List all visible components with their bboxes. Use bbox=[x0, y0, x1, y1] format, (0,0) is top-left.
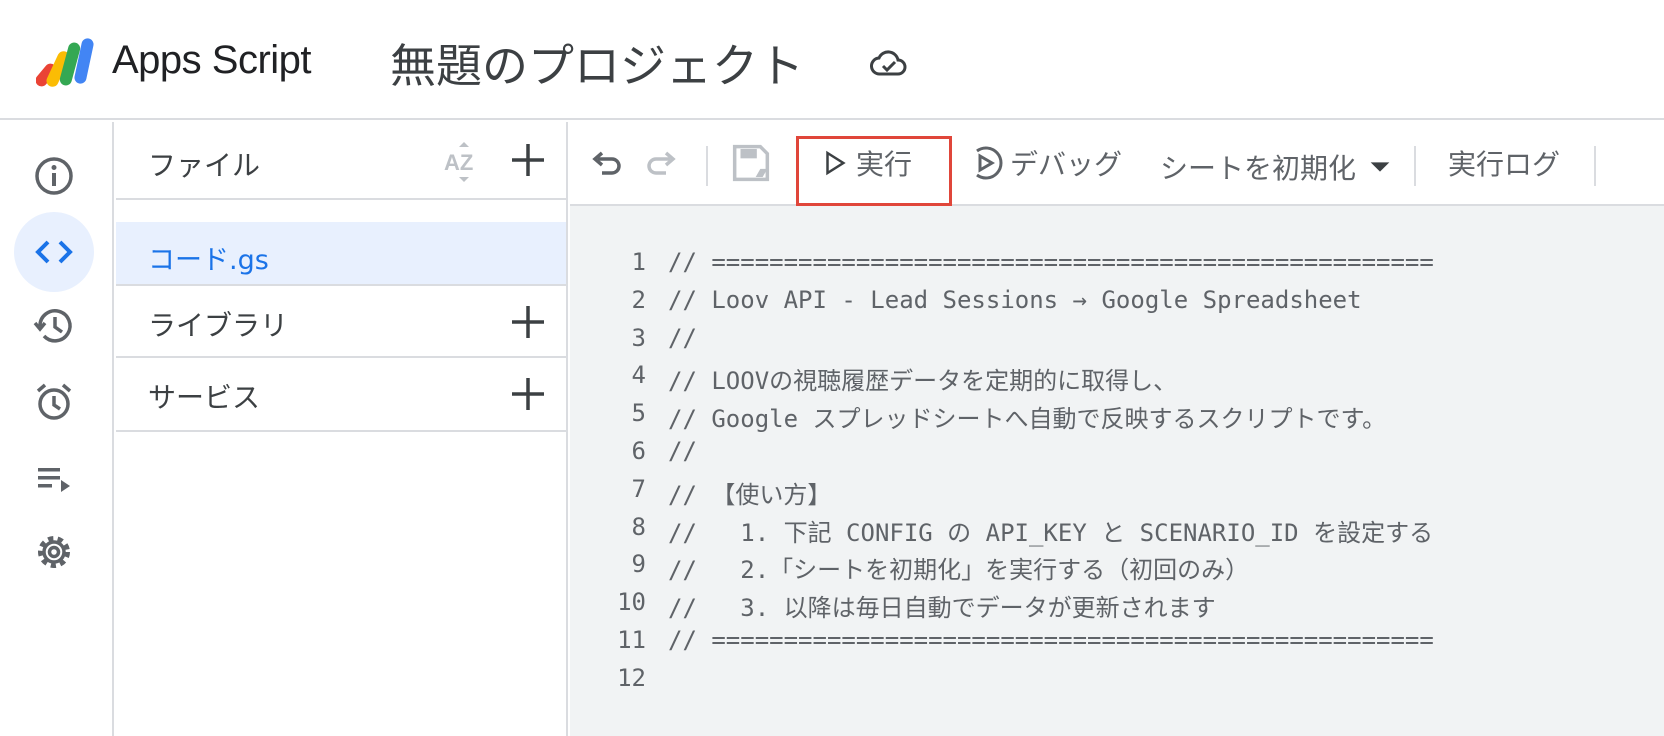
app-name[interactable]: Apps Script bbox=[112, 38, 312, 83]
run-label: 実行 bbox=[856, 148, 913, 181]
line-number: 10 bbox=[617, 588, 646, 617]
code-text: // Loov API - Lead Sessions → Google Spr… bbox=[668, 285, 1362, 314]
files-header: ファイル AZ bbox=[116, 122, 568, 200]
line-number: 6 bbox=[631, 437, 646, 465]
play-icon bbox=[826, 150, 846, 176]
toolbar-divider bbox=[1414, 146, 1416, 186]
file-item-code-gs[interactable]: コード.gs bbox=[116, 222, 566, 286]
svg-text:AZ: AZ bbox=[444, 150, 473, 175]
file-name: コード.gs bbox=[148, 245, 269, 276]
line-number: 1 bbox=[631, 248, 646, 276]
add-file-button[interactable] bbox=[508, 140, 548, 180]
sort-az-icon[interactable]: AZ bbox=[442, 140, 486, 184]
settings-nav-button[interactable] bbox=[14, 512, 94, 592]
left-nav-rail bbox=[0, 122, 114, 736]
line-number: 12 bbox=[617, 663, 646, 692]
redo-icon bbox=[647, 151, 676, 175]
undo-icon bbox=[592, 151, 621, 175]
files-label: ファイル bbox=[148, 149, 261, 182]
code-text: // bbox=[668, 437, 697, 465]
code-line[interactable]: 8 // 1. 下記 CONFIG の API_KEY と SCENARIO_ID… bbox=[570, 513, 1664, 553]
libraries-label: ライブラリ bbox=[148, 309, 289, 342]
services-section: サービス bbox=[116, 358, 568, 432]
code-line[interactable]: 7 // 【使い方】 bbox=[570, 475, 1664, 515]
code-line[interactable]: 5 // Google スプレッドシートへ自動で反映するスクリプトです。 bbox=[570, 399, 1664, 439]
code-text: // 2.「シートを初期化」を実行する（初回のみ） bbox=[668, 556, 1250, 585]
save-button[interactable] bbox=[730, 122, 772, 204]
execution-log-label: 実行ログ bbox=[1448, 148, 1561, 181]
history-icon bbox=[33, 309, 72, 343]
executions-nav-button[interactable] bbox=[14, 438, 94, 518]
triggers-nav-button[interactable] bbox=[14, 362, 94, 442]
toolbar-divider bbox=[706, 146, 708, 186]
line-number: 3 bbox=[631, 323, 646, 352]
editor-toolbar: 実行 デバッグ シートを初期化 実行ログ bbox=[570, 122, 1664, 206]
code-editor[interactable]: 1 // ====================================… bbox=[570, 206, 1664, 736]
code-line[interactable]: 9 // 2.「シートを初期化」を実行する（初回のみ） bbox=[570, 550, 1664, 590]
code-text: // 3. 以降は毎日自動でデータが更新されます bbox=[668, 594, 1216, 623]
cloud-done-icon bbox=[870, 50, 907, 76]
line-number: 7 bbox=[631, 474, 646, 503]
code-text: // 1. 下記 CONFIG の API_KEY と SCENARIO_ID … bbox=[668, 518, 1434, 547]
function-select[interactable]: シートを初期化 bbox=[1160, 126, 1394, 208]
versions-nav-button[interactable] bbox=[14, 286, 94, 366]
line-number: 2 bbox=[631, 285, 646, 314]
line-number: 8 bbox=[631, 512, 646, 541]
debug-button[interactable]: デバッグ bbox=[968, 122, 1122, 204]
libraries-section: ライブラリ bbox=[116, 284, 568, 358]
save-drive-icon bbox=[732, 144, 770, 182]
code-line[interactable]: 10 // 3. 以降は毎日自動でデータが更新されます bbox=[570, 588, 1664, 628]
redo-button[interactable] bbox=[644, 122, 680, 204]
line-number: 5 bbox=[631, 399, 646, 428]
add-service-button[interactable] bbox=[508, 374, 548, 414]
alarm-icon bbox=[36, 383, 72, 420]
code-line[interactable]: 1 // ====================================… bbox=[570, 248, 1664, 288]
toolbar-divider bbox=[1594, 146, 1596, 186]
code-line[interactable]: 3 // bbox=[570, 324, 1664, 364]
function-select-value: シートを初期化 bbox=[1160, 152, 1357, 185]
code-line[interactable]: 4 // LOOVの視聴履歴データを定期的に取得し、 bbox=[570, 361, 1664, 401]
line-number: 9 bbox=[631, 550, 646, 579]
code-text: // =====================================… bbox=[668, 626, 1434, 654]
run-button[interactable]: 実行 bbox=[820, 122, 912, 204]
apps-script-logo[interactable] bbox=[36, 36, 100, 92]
app-header: Apps Script 無題のプロジェクト bbox=[0, 0, 1664, 120]
services-label: サービス bbox=[148, 381, 261, 414]
undo-button[interactable] bbox=[588, 122, 624, 204]
dropdown-arrow-icon bbox=[1370, 162, 1390, 172]
code-text: // 【使い方】 bbox=[668, 480, 832, 509]
debug-icon bbox=[976, 146, 1003, 180]
files-panel: ファイル AZ コード.gs ライブラリ サービス bbox=[116, 122, 568, 736]
code-line[interactable]: 11 // ===================================… bbox=[570, 626, 1664, 666]
code-line[interactable]: 6 // bbox=[570, 437, 1664, 477]
editor-nav-button[interactable] bbox=[14, 212, 94, 292]
line-number: 4 bbox=[631, 361, 646, 390]
info-icon bbox=[35, 157, 73, 195]
gear-icon bbox=[38, 536, 70, 568]
add-library-button[interactable] bbox=[508, 302, 548, 342]
code-text: // =====================================… bbox=[668, 248, 1434, 276]
code-text: // bbox=[668, 323, 697, 352]
code-icon bbox=[35, 240, 73, 264]
code-line[interactable]: 2 // Loov API - Lead Sessions → Google Sp… bbox=[570, 286, 1664, 326]
playlist-play-icon bbox=[38, 468, 70, 492]
code-line[interactable]: 12 bbox=[570, 664, 1664, 704]
debug-label: デバッグ bbox=[1010, 148, 1123, 181]
code-text: // Google スプレッドシートへ自動で反映するスクリプトです。 bbox=[668, 405, 1387, 434]
execution-log-button[interactable]: 実行ログ bbox=[1448, 122, 1560, 204]
overview-nav-button[interactable] bbox=[14, 136, 94, 216]
line-number: 11 bbox=[617, 626, 646, 654]
code-text: // LOOVの視聴履歴データを定期的に取得し、 bbox=[668, 367, 1178, 396]
project-title[interactable]: 無題のプロジェクト bbox=[390, 30, 804, 96]
